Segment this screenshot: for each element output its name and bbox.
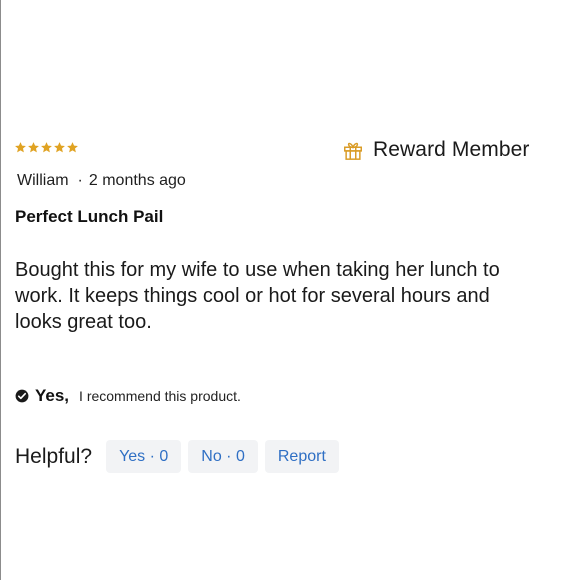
report-button[interactable]: Report — [264, 440, 339, 473]
review-meta: William · 2 months ago — [17, 172, 186, 190]
review-date: 2 months ago — [88, 172, 186, 189]
star-icon — [28, 142, 39, 153]
reward-member-label: Reward Member — [373, 138, 530, 161]
star-icon — [67, 142, 78, 153]
helpful-label: Helpful? — [15, 444, 93, 468]
recommend-answer: Yes, — [35, 386, 70, 405]
star-icon — [41, 142, 52, 153]
helpful-yes-button[interactable]: Yes · 0 — [106, 440, 182, 473]
review-body: Bought this for my wife to use when taki… — [15, 259, 500, 333]
meta-separator: · — [77, 172, 83, 189]
recommend-text: I recommend this product. — [79, 388, 241, 404]
helpful-row: Helpful? Yes · 0 No · 0 Report — [15, 440, 346, 473]
check-circle-icon — [15, 389, 29, 403]
gift-icon — [344, 142, 362, 160]
helpful-no-button[interactable]: No · 0 — [188, 440, 258, 473]
star-icon — [54, 142, 65, 153]
star-rating — [14, 141, 79, 154]
recommendation: Yes, I recommend this product. — [15, 386, 241, 406]
review-title: Perfect Lunch Pail — [15, 207, 164, 226]
review-card: Reward Member William · 2 months ago Per… — [0, 0, 580, 580]
star-icon — [15, 142, 26, 153]
reward-member-badge: Reward Member — [342, 138, 530, 162]
author-name: William — [17, 172, 69, 189]
